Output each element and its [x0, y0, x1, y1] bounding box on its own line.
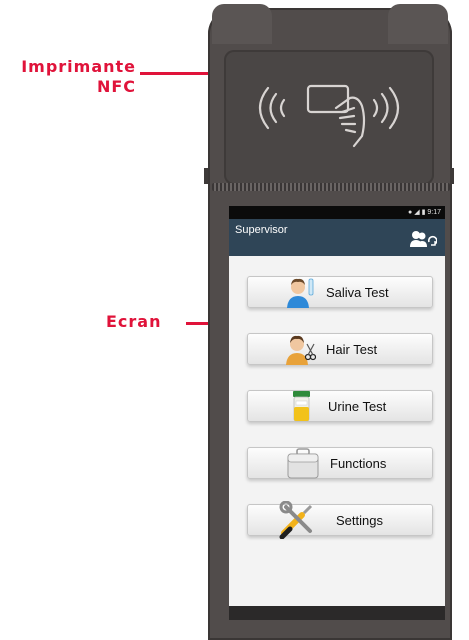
- nfc-icon: [258, 84, 400, 148]
- saliva-test-icon: [287, 278, 314, 308]
- printer-label: Imprimante NFC: [8, 57, 136, 97]
- functions-button[interactable]: Functions: [247, 447, 433, 479]
- status-bar: ● ◢ ▮ 9:17: [229, 206, 445, 219]
- left-clip: [212, 4, 272, 44]
- screen-label: Ecran: [106, 312, 162, 331]
- urine-test-label: Urine Test: [328, 399, 387, 414]
- urine-test-icon: [293, 391, 310, 422]
- battery-icon: ▮: [421, 209, 426, 216]
- printer-nfc-panel: [224, 50, 434, 185]
- app-title: Supervisor: [235, 224, 288, 236]
- paper-slot: [212, 183, 450, 191]
- right-clip: [388, 4, 448, 44]
- wifi-icon: ◢: [414, 209, 420, 216]
- tools-icon: [279, 501, 313, 539]
- printer-label-line1: Imprimante: [21, 57, 136, 76]
- device-screen: ● ◢ ▮ 9:17 Supervisor Saliva Test Hair T…: [229, 206, 445, 620]
- screen-bezel-bottom: [229, 606, 445, 620]
- hair-test-button[interactable]: Hair Test: [247, 333, 433, 365]
- functions-label: Functions: [330, 456, 387, 471]
- printer-label-line2: NFC: [96, 77, 136, 96]
- urine-test-button[interactable]: Urine Test: [247, 390, 433, 422]
- briefcase-icon: [287, 448, 319, 479]
- settings-button[interactable]: Settings: [247, 501, 433, 539]
- saliva-test-button[interactable]: Saliva Test: [247, 276, 433, 308]
- hair-test-label: Hair Test: [326, 342, 378, 357]
- saliva-test-label: Saliva Test: [326, 285, 389, 300]
- status-time: 9:17: [427, 209, 441, 216]
- app-bar: Supervisor: [229, 219, 445, 256]
- switch-user-icon[interactable]: [409, 230, 437, 248]
- side-button: [204, 168, 208, 184]
- settings-label: Settings: [336, 513, 383, 528]
- location-icon: ●: [408, 209, 413, 216]
- hair-test-icon: [286, 335, 316, 365]
- side-button: [450, 168, 454, 184]
